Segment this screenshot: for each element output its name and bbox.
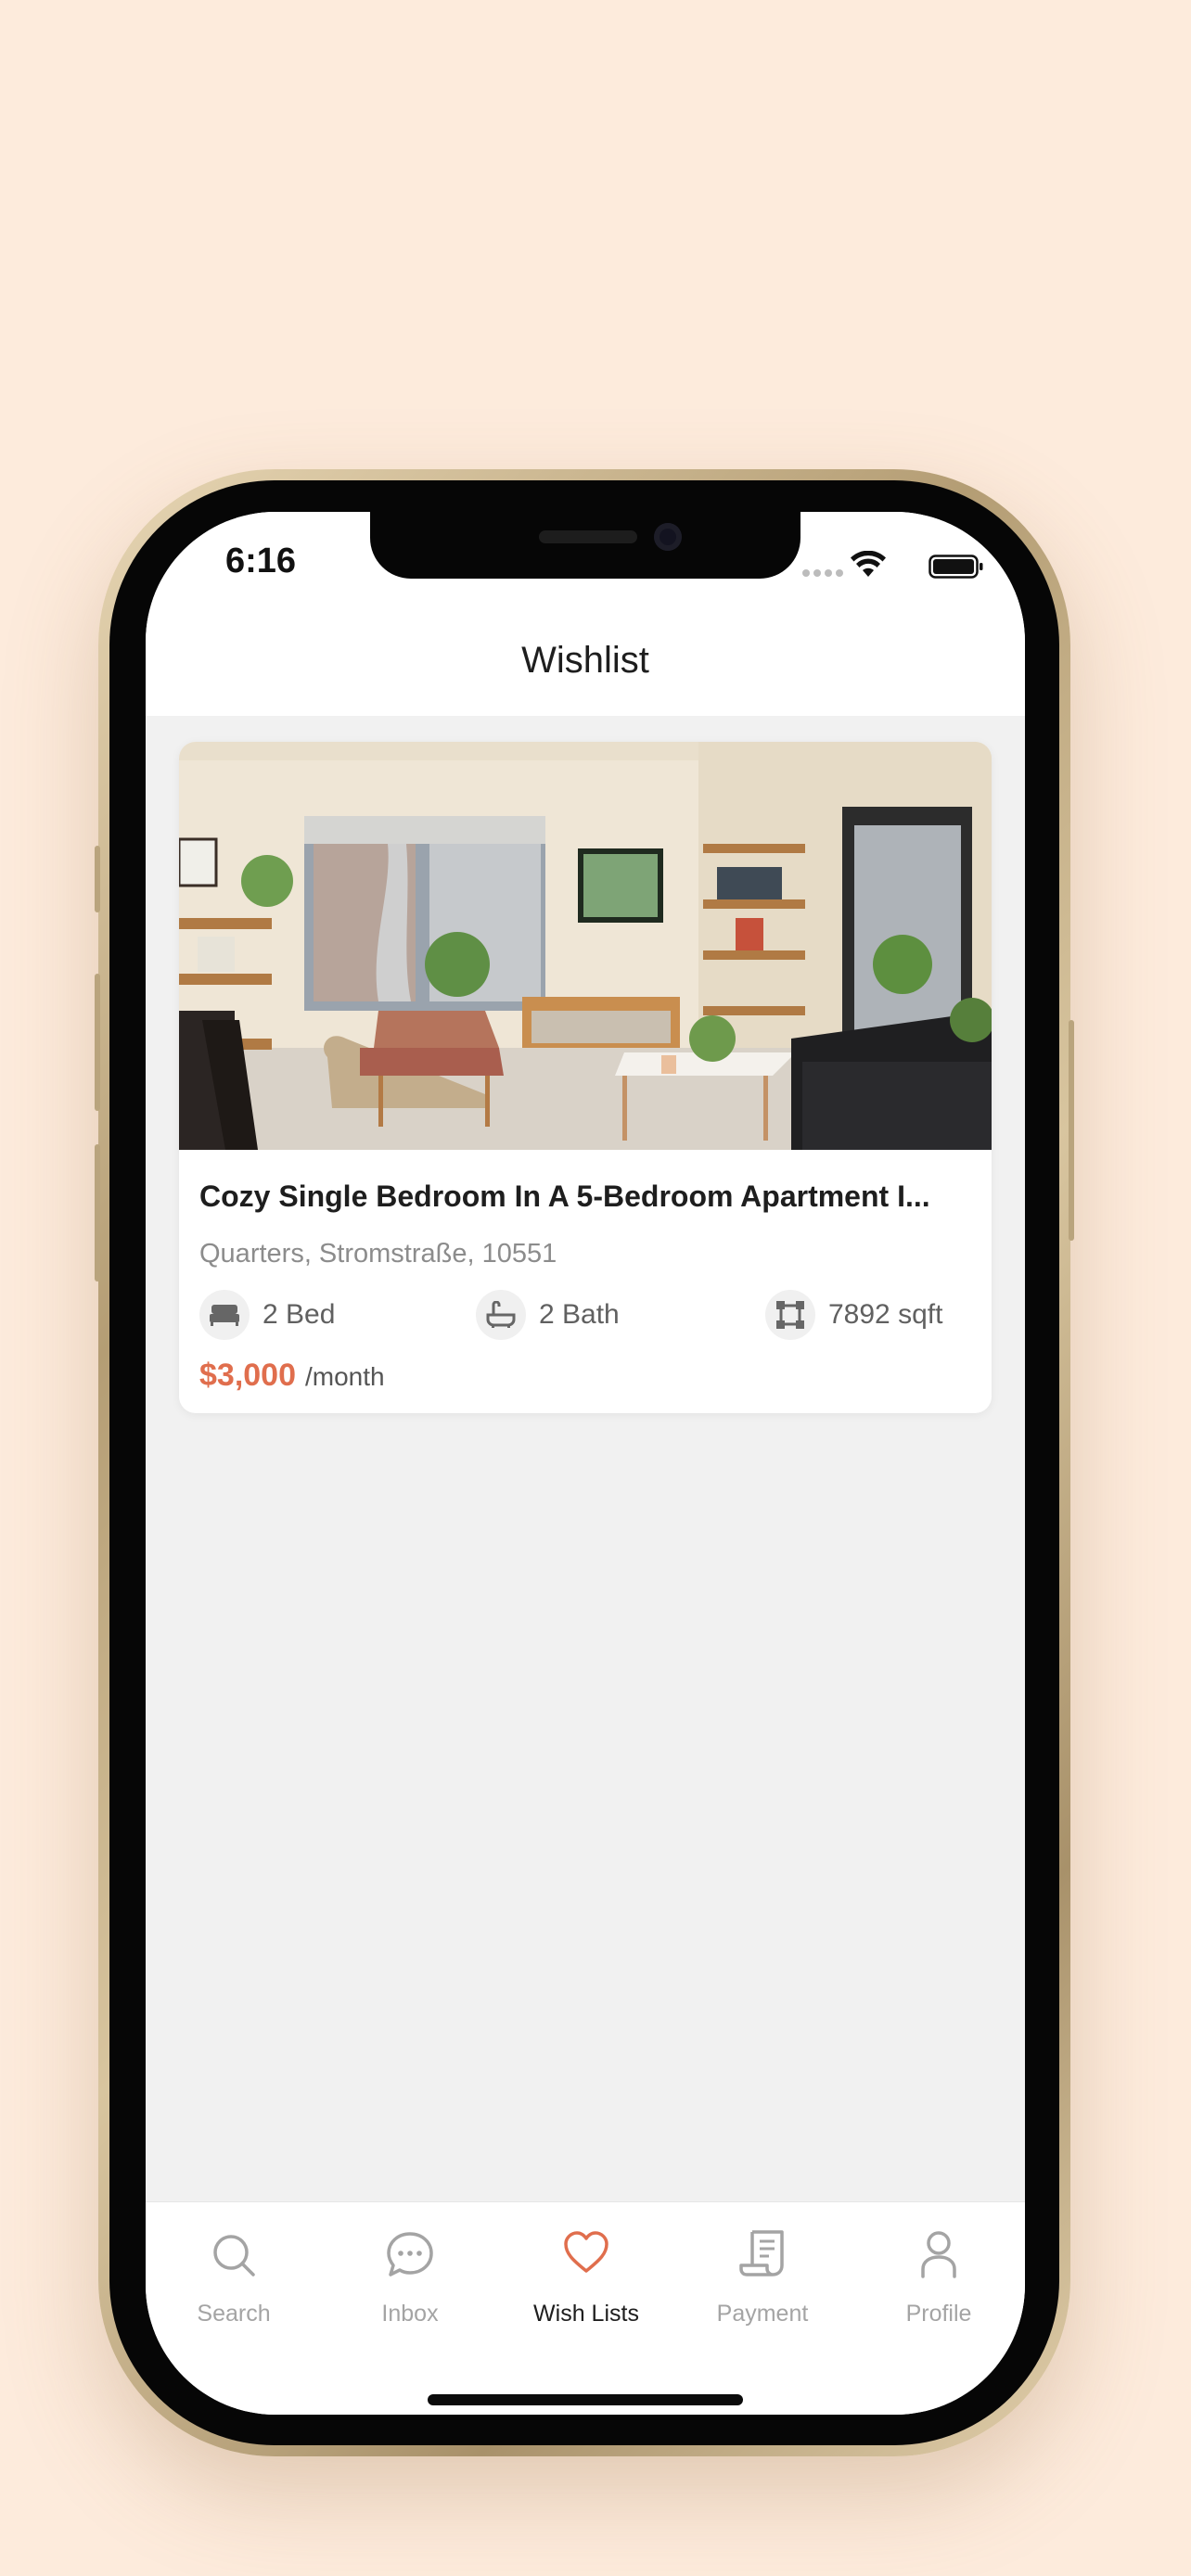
listing-title[interactable]: Cozy Single Bedroom In A 5-Bedroom Apart…	[199, 1180, 975, 1214]
tab-wish-lists[interactable]: Wish Lists	[498, 2202, 674, 2351]
phone-side-button	[95, 1144, 100, 1282]
tab-label: Wish Lists	[533, 2301, 639, 2327]
listing-card[interactable]: Cozy Single Bedroom In A 5-Bedroom Apart…	[179, 742, 992, 1413]
price-unit: /month	[305, 1362, 385, 1391]
speaker	[539, 530, 637, 543]
person-icon	[921, 2231, 956, 2278]
status-icons	[799, 551, 984, 579]
tab-profile[interactable]: Profile	[851, 2202, 1025, 2351]
tab-label: Search	[197, 2301, 271, 2327]
phone-side-button	[95, 974, 100, 1111]
battery-icon	[928, 555, 983, 579]
bathtub-icon	[476, 1290, 526, 1340]
home-indicator[interactable]	[428, 2394, 743, 2405]
phone-screen: Wishlist 6:16 Cozy Single Bedroom In A 5…	[146, 512, 1025, 2415]
amenity-bed: 2 Bed	[199, 1289, 335, 1341]
amenity-area: 7892 sqft	[765, 1289, 942, 1341]
tab-bar: Search Inbox Wish Lists Payment Profile	[146, 2201, 1025, 2415]
listing-address: Quarters, Stromstraße, 10551	[199, 1239, 557, 1269]
amenity-bath: 2 Bath	[476, 1289, 620, 1341]
bed-icon	[199, 1290, 250, 1340]
tab-label: Inbox	[381, 2301, 439, 2327]
phone-side-button	[1069, 1020, 1074, 1241]
status-time: 6:16	[225, 542, 297, 580]
tab-label: Profile	[905, 2301, 972, 2327]
amenity-label: 2 Bath	[539, 1299, 620, 1330]
front-camera	[654, 523, 682, 551]
cellular-signal-icon	[802, 569, 845, 579]
search-icon	[213, 2235, 255, 2276]
heart-icon	[564, 2231, 608, 2273]
wifi-icon	[851, 551, 886, 577]
tab-search[interactable]: Search	[146, 2202, 322, 2351]
tab-label: Payment	[716, 2301, 809, 2327]
amenity-label: 2 Bed	[263, 1299, 336, 1330]
notch	[370, 512, 800, 579]
area-icon	[765, 1290, 815, 1340]
page-title: Wishlist	[521, 640, 649, 681]
tab-inbox[interactable]: Inbox	[322, 2202, 498, 2351]
receipt-icon	[739, 2230, 784, 2276]
phone-side-button	[95, 846, 100, 912]
listing-photo[interactable]	[179, 742, 992, 1150]
amenity-label: 7892 sqft	[828, 1299, 943, 1330]
price: $3,000	[199, 1358, 296, 1393]
chat-bubble-icon	[387, 2232, 433, 2276]
tab-payment[interactable]: Payment	[674, 2202, 851, 2351]
price-row: $3,000 /month	[199, 1358, 385, 1394]
